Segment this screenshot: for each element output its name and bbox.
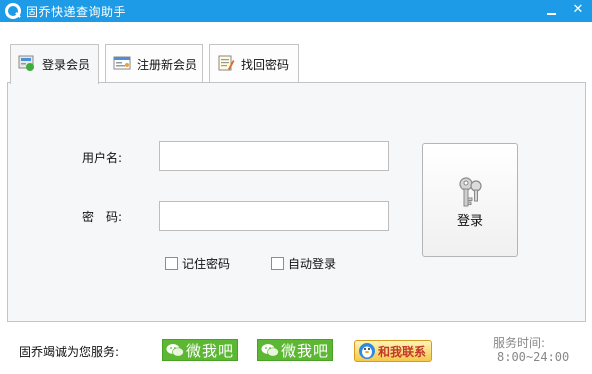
tab-login-label: 登录会员 (42, 58, 91, 72)
remember-password-checkbox[interactable]: 记住密码 (165, 255, 230, 272)
auto-login-checkbox[interactable]: 自动登录 (271, 255, 336, 272)
minimize-icon (547, 13, 556, 15)
wechat-button-1[interactable]: 微我吧 (162, 339, 238, 361)
contact-button-label: 和我联系 (378, 344, 427, 359)
app-search-icon (5, 3, 21, 19)
tab-recover-label: 找回密码 (241, 58, 290, 72)
key-icon (459, 177, 482, 207)
login-button-label: 登录 (456, 214, 483, 229)
notepad-pencil-icon (218, 55, 235, 71)
contact-button[interactable]: 和我联系 (354, 340, 432, 362)
auto-login-label: 自动登录 (288, 257, 337, 271)
tab-login[interactable]: 登录会员 (10, 44, 99, 84)
member-card-icon (18, 55, 34, 71)
login-panel: 用户名: 密 码: 登录 记住密码 自动登录 (7, 82, 586, 322)
qq-penguin-icon (359, 343, 375, 359)
service-time-label: 服务时间: (493, 336, 546, 350)
password-label: 密 码: (82, 210, 123, 224)
wechat-button-1-label: 微我吧 (186, 341, 235, 360)
password-input[interactable] (159, 201, 389, 231)
wechat-button-2-label: 微我吧 (281, 341, 330, 360)
wechat-button-2[interactable]: 微我吧 (257, 339, 333, 361)
username-label: 用户名: (82, 151, 123, 165)
tab-register[interactable]: 注册新会员 (105, 44, 203, 82)
tab-recover[interactable]: 找回密码 (209, 44, 299, 82)
tab-register-label: 注册新会员 (137, 58, 198, 72)
remember-password-box[interactable] (165, 257, 178, 270)
login-button[interactable]: 登录 (422, 143, 518, 257)
remember-password-label: 记住密码 (182, 257, 231, 271)
service-time-value: 8:00~24:00 (497, 350, 570, 364)
service-label: 固乔竭诚为您服务: (19, 345, 120, 359)
title-bar: 固乔快递查询助手 ✕ (0, 0, 592, 22)
wechat-icon (166, 344, 184, 357)
close-button[interactable]: ✕ (566, 0, 590, 22)
minimize-button[interactable] (540, 0, 564, 22)
auto-login-box[interactable] (271, 257, 284, 270)
window-title: 固乔快递查询助手 (26, 5, 127, 19)
wechat-icon (261, 344, 279, 357)
register-form-icon (113, 56, 131, 70)
username-input[interactable] (159, 141, 389, 171)
